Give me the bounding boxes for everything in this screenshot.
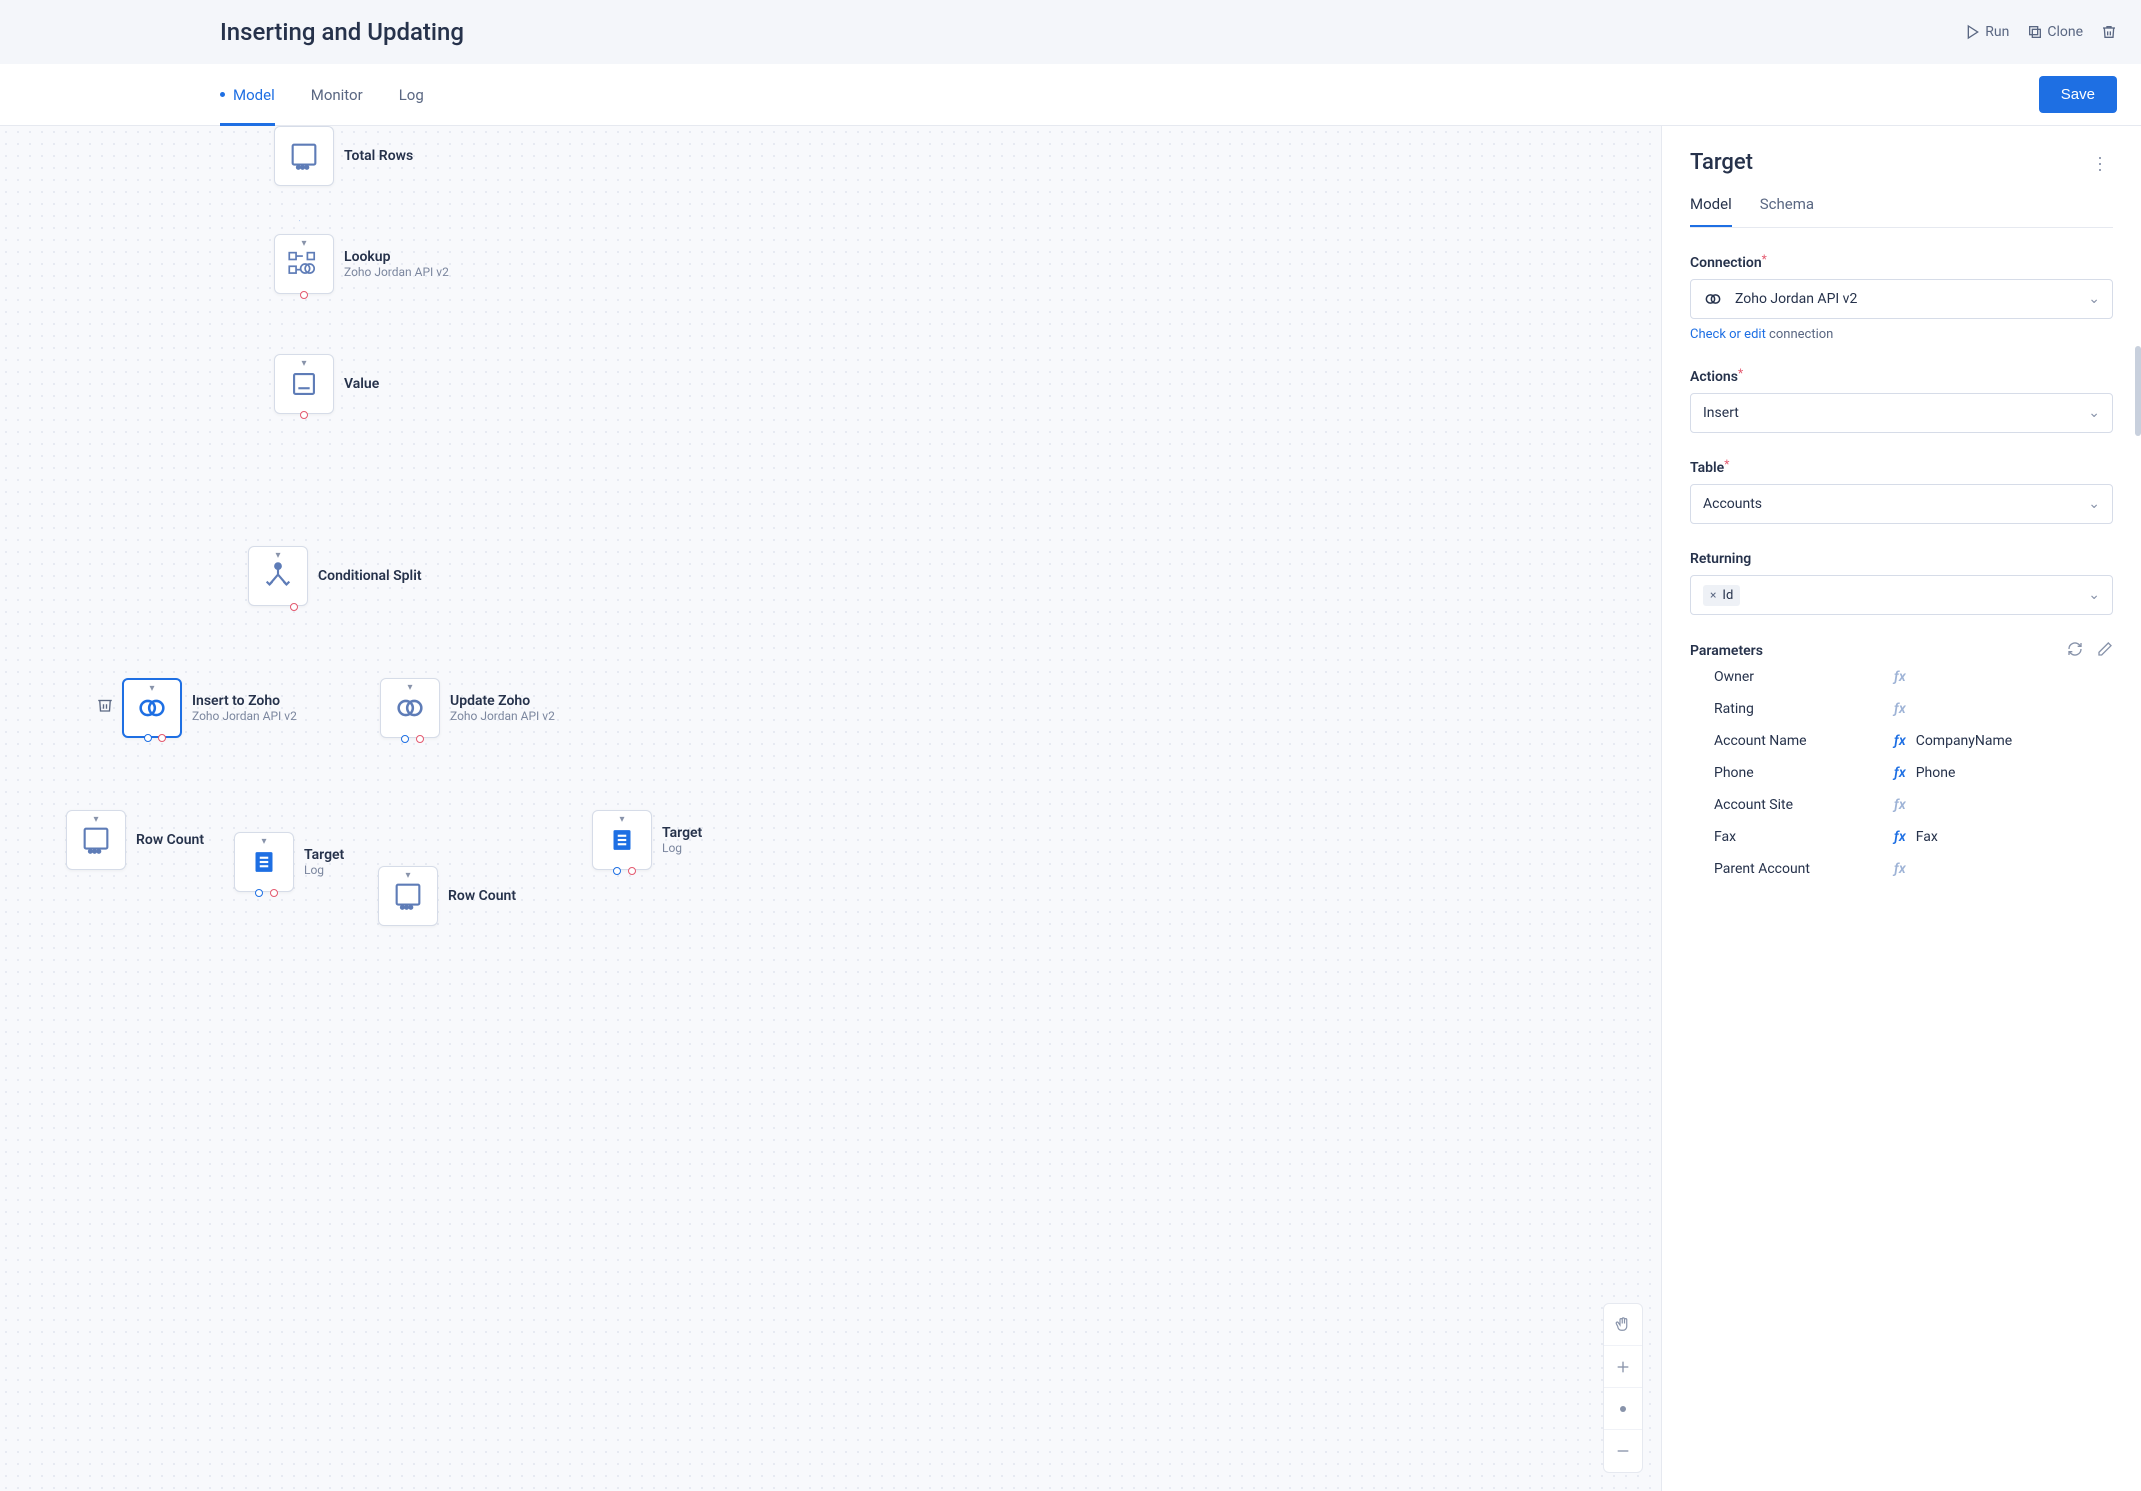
sidebar-tab-schema[interactable]: Schema xyxy=(1760,195,1814,227)
table-select[interactable]: Accounts ⌄ xyxy=(1690,484,2113,524)
node-sublabel: Log xyxy=(662,841,702,855)
param-name: Rating xyxy=(1714,701,1894,717)
node-label: Lookup xyxy=(344,249,449,265)
delete-node-button[interactable] xyxy=(96,696,114,718)
node-label: Total Rows xyxy=(344,148,413,164)
chevron-down-icon: ⌄ xyxy=(2088,587,2100,603)
parameter-row[interactable]: Account Name ƒx CompanyName xyxy=(1690,725,2113,757)
zoom-out-button[interactable] xyxy=(1604,1430,1642,1472)
param-value: Fax xyxy=(1916,829,1938,845)
connection-select[interactable]: Zoho Jordan API v2 ⌄ xyxy=(1690,279,2113,319)
chip-remove-icon[interactable]: × xyxy=(1710,588,1716,602)
param-name: Account Name xyxy=(1714,733,1894,749)
node-label: Target xyxy=(662,825,702,841)
canvas[interactable]: Total Rows ▾ Lookup Zoho Jordan API v2 ▾ xyxy=(0,126,1661,1491)
node-label: Update Zoho xyxy=(450,693,555,709)
actions-select[interactable]: Insert ⌄ xyxy=(1690,393,2113,433)
returning-label: Returning xyxy=(1690,551,1751,567)
tab-monitor[interactable]: Monitor xyxy=(311,64,363,126)
refresh-parameters-button[interactable] xyxy=(2067,641,2083,661)
zoom-in-button[interactable] xyxy=(1604,1346,1642,1388)
returning-select[interactable]: ×Id ⌄ xyxy=(1690,575,2113,615)
node-insert-zoho[interactable]: ▾ xyxy=(122,678,182,738)
fx-icon: ƒx xyxy=(1894,701,1906,717)
parameter-row[interactable]: Phone ƒx Phone xyxy=(1690,757,2113,789)
fx-icon: ƒx xyxy=(1894,829,1906,845)
node-label: Row Count xyxy=(136,832,204,848)
param-name: Owner xyxy=(1714,669,1894,685)
edit-parameters-button[interactable] xyxy=(2097,641,2113,661)
parameter-row[interactable]: Rating ƒx xyxy=(1690,693,2113,725)
connection-label: Connection xyxy=(1690,255,1762,271)
save-button[interactable]: Save xyxy=(2039,76,2117,113)
node-row-count-mid[interactable]: ▾ xyxy=(378,866,438,926)
table-label: Table xyxy=(1690,460,1724,476)
node-lookup[interactable]: ▾ xyxy=(274,234,334,294)
param-value: CompanyName xyxy=(1916,733,2013,749)
returning-chip[interactable]: ×Id xyxy=(1703,585,1740,606)
fx-icon: ƒx xyxy=(1894,765,1906,781)
param-value: Phone xyxy=(1916,765,1956,781)
sidebar-tab-model[interactable]: Model xyxy=(1690,195,1732,227)
pan-tool[interactable] xyxy=(1604,1304,1642,1346)
chevron-down-icon: ⌄ xyxy=(2088,496,2100,512)
node-label: Value xyxy=(344,376,379,392)
run-button[interactable]: Run xyxy=(1965,24,2009,40)
more-menu-button[interactable]: ⋯ xyxy=(2089,149,2110,176)
check-edit-link[interactable]: Check or edit xyxy=(1690,327,1766,342)
fx-icon: ƒx xyxy=(1894,733,1906,749)
fx-icon: ƒx xyxy=(1894,797,1906,813)
node-label: Conditional Split xyxy=(318,568,422,584)
param-name: Parent Account xyxy=(1714,861,1894,877)
node-target-log-left[interactable]: ▾ xyxy=(234,832,294,892)
node-sublabel: Zoho Jordan API v2 xyxy=(344,265,449,279)
zoom-fit-button[interactable] xyxy=(1604,1388,1642,1430)
node-row-count-left[interactable]: ▾ xyxy=(66,810,126,870)
parameters-label: Parameters xyxy=(1690,643,2053,659)
actions-label: Actions xyxy=(1690,369,1738,385)
delete-button[interactable] xyxy=(2101,24,2117,40)
tab-log[interactable]: Log xyxy=(399,64,424,126)
clone-button[interactable]: Clone xyxy=(2027,24,2083,40)
node-conditional-split[interactable]: ▾ xyxy=(248,546,308,606)
chevron-down-icon: ⌄ xyxy=(2088,405,2100,421)
fx-icon: ƒx xyxy=(1894,861,1906,877)
parameter-row[interactable]: Owner ƒx xyxy=(1690,661,2113,693)
param-name: Phone xyxy=(1714,765,1894,781)
page-title: Inserting and Updating xyxy=(220,18,1965,46)
canvas-tools xyxy=(1603,1303,1643,1473)
fx-icon: ƒx xyxy=(1894,669,1906,685)
node-total-rows[interactable] xyxy=(274,126,334,186)
parameter-row[interactable]: Parent Account ƒx xyxy=(1690,853,2113,885)
connection-hint: Check or edit connection xyxy=(1690,327,2113,342)
node-value[interactable]: ▾ xyxy=(274,354,334,414)
parameter-row[interactable]: Fax ƒx Fax xyxy=(1690,821,2113,853)
param-name: Fax xyxy=(1714,829,1894,845)
param-name: Account Site xyxy=(1714,797,1894,813)
scrollbar[interactable] xyxy=(2135,346,2141,436)
node-sublabel: Zoho Jordan API v2 xyxy=(450,709,555,723)
parameter-row[interactable]: Account Site ƒx xyxy=(1690,789,2113,821)
node-sublabel: Log xyxy=(304,863,344,877)
node-update-zoho[interactable]: ▾ xyxy=(380,678,440,738)
run-label: Run xyxy=(1985,24,2009,40)
clone-label: Clone xyxy=(2047,24,2083,40)
node-label: Target xyxy=(304,847,344,863)
node-label: Row Count xyxy=(448,888,516,904)
tab-model[interactable]: Model xyxy=(220,64,275,126)
node-label: Insert to Zoho xyxy=(192,693,297,709)
sidebar-title: Target xyxy=(1690,150,2086,175)
chevron-down-icon: ⌄ xyxy=(2088,291,2100,307)
node-target-log-right[interactable]: ▾ xyxy=(592,810,652,870)
node-sublabel: Zoho Jordan API v2 xyxy=(192,709,297,723)
